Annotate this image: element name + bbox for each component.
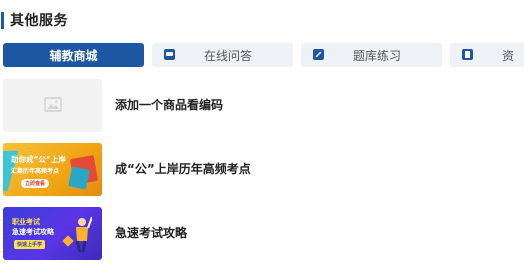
item-thumbnail[interactable]: 助你成“公”上岸 汇集历年高频考点 立即查看: [3, 143, 102, 196]
tab-question-bank[interactable]: 题库练习: [301, 43, 442, 67]
list-item[interactable]: 助你成“公”上岸 汇集历年高频考点 立即查看 成“公”上岸历年高频考点: [3, 143, 523, 196]
item-title[interactable]: 急速考试攻略: [115, 207, 187, 260]
list-item[interactable]: 添加一个商品看编码: [3, 79, 523, 132]
thumbnail-pill: 快速上手学: [14, 240, 46, 249]
image-placeholder-icon: [44, 97, 62, 112]
tab-online-qa[interactable]: 在线问答: [152, 43, 293, 67]
list-item[interactable]: 职业考试 急速考试攻略 快速上手学 急速考试攻略: [3, 207, 523, 260]
thumbnail-pill: 立即查看: [21, 179, 50, 188]
tab-label: 在线问答: [204, 49, 253, 63]
thumbnail-subline: 急速考试攻略: [12, 228, 54, 236]
service-tabs: 辅教商城 在线问答 题库练习 资: [3, 43, 524, 67]
tab-label: 题库练习: [353, 49, 402, 63]
item-title[interactable]: 添加一个商品看编码: [115, 79, 223, 132]
thumbnail-headline: 助你成“公”上岸: [11, 155, 66, 164]
section-header: 其他服务: [0, 9, 68, 31]
section-title: 其他服务: [10, 13, 68, 29]
tab-tutoring-mall[interactable]: 辅教商城: [3, 43, 144, 67]
section-accent-bar: [1, 11, 4, 29]
item-title[interactable]: 成“公”上岸历年高频考点: [115, 143, 251, 196]
document-icon: [462, 49, 473, 60]
tab-resources[interactable]: 资: [450, 43, 524, 67]
chat-icon: [164, 49, 175, 60]
thumbnail-subline: 汇集历年高频考点: [11, 168, 60, 175]
item-thumbnail[interactable]: 职业考试 急速考试攻略 快速上手学: [3, 207, 102, 260]
thumbnail-headline: 职业考试: [12, 218, 40, 226]
edit-icon: [313, 49, 324, 60]
person-illustration: [75, 216, 92, 253]
item-thumbnail[interactable]: [3, 79, 102, 132]
tab-label: 辅教商城: [49, 48, 98, 63]
tab-label: 资: [502, 49, 515, 63]
